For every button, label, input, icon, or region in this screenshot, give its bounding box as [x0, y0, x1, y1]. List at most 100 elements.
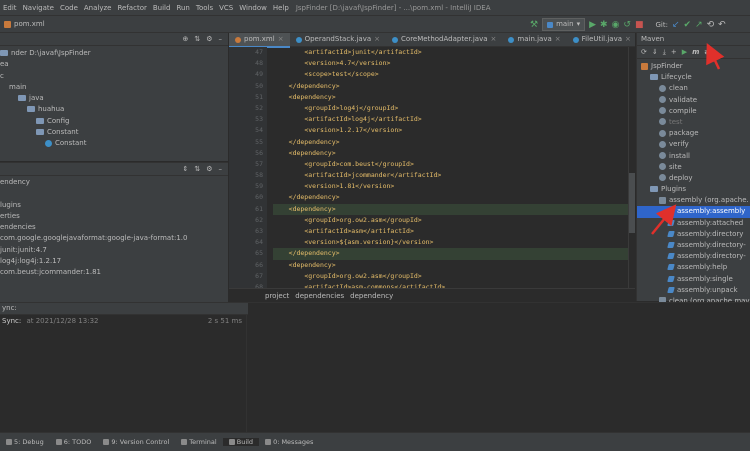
maven-tree-item[interactable]: compile	[637, 106, 750, 117]
project-tree-item[interactable]: c	[0, 71, 228, 82]
dependency-tree-item[interactable]: com.beust:jcommander:1.81	[0, 267, 228, 278]
code-line[interactable]: <artifactId>jcommander</artifactId>	[273, 170, 628, 181]
maven-goal-icon[interactable]: m	[692, 48, 699, 56]
debug-icon[interactable]: ✱	[600, 20, 608, 30]
dependency-tree-item[interactable]: endencies	[0, 222, 228, 233]
project-tree-item[interactable]: huahua	[0, 104, 228, 115]
maven-tree-item[interactable]: JspFinder	[637, 61, 750, 72]
maven-tree-item[interactable]: verify	[637, 139, 750, 150]
code-line[interactable]: <artifactId>asm-commons</artifactId>	[273, 282, 628, 288]
close-icon[interactable]: ×	[278, 33, 284, 46]
project-tree-item[interactable]: nder D:\javaf\JspFinder	[0, 48, 228, 59]
editor-scrollbar[interactable]	[628, 47, 635, 288]
project-tree-item[interactable]: Constant	[0, 138, 228, 149]
menu-item[interactable]: VCS	[216, 4, 236, 12]
code-line[interactable]: <groupId>com.beust</groupId>	[273, 159, 628, 170]
dependency-tree-item[interactable]: com.google.googlejavaformat:google-java-…	[0, 233, 228, 244]
maven-tree-item[interactable]: assembly:single	[637, 274, 750, 285]
maven-tree-item[interactable]: test	[637, 117, 750, 128]
code-line[interactable]: <artifactId>asm</artifactId>	[273, 226, 628, 237]
generate-sources-icon[interactable]: ⇓	[652, 48, 658, 56]
code-line[interactable]: <dependency>	[273, 260, 628, 271]
menu-item[interactable]: Code	[57, 4, 81, 12]
maven-tree-item[interactable]: package	[637, 128, 750, 139]
breadcrumb[interactable]: pom.xml	[4, 20, 45, 28]
project-tree-item[interactable]: Config	[0, 116, 228, 127]
close-icon[interactable]: ×	[491, 33, 497, 46]
code-line[interactable]: <dependency>	[273, 148, 628, 159]
hammer-icon[interactable]: ⚒	[530, 20, 538, 30]
run-config-select[interactable]: main ▾	[542, 18, 586, 31]
maven-tree-item[interactable]: assembly:help	[637, 262, 750, 273]
bottom-tab[interactable]: 0: Messages	[259, 438, 319, 446]
code-line[interactable]: <dependency>	[273, 92, 628, 103]
gear-icon[interactable]: ⚙	[206, 35, 212, 43]
dependency-tree-item[interactable]: log4j:log4j:1.2.17	[0, 256, 228, 267]
project-tree-item[interactable]: Constant	[0, 127, 228, 138]
breadcrumb-item[interactable]: project	[265, 292, 289, 300]
code-line[interactable]: </dependency>	[273, 137, 628, 148]
dependency-tree-item[interactable]: junit:junit:4.7	[0, 245, 228, 256]
git-commit-icon[interactable]: ✔	[684, 20, 692, 30]
code-line[interactable]: </dependency>	[273, 81, 628, 92]
menu-item[interactable]: Window	[236, 4, 270, 12]
bottom-tab[interactable]: 9: Version Control	[97, 438, 175, 446]
close-icon[interactable]: ×	[555, 33, 561, 46]
code-line[interactable]: <version>4.7</version>	[273, 58, 628, 69]
maven-tree-item[interactable]: assembly:assembly	[637, 206, 750, 218]
dependency-tree-item[interactable]	[0, 188, 228, 199]
close-icon[interactable]: ×	[374, 33, 380, 46]
download-icon[interactable]: ⤓	[663, 48, 666, 57]
maven-tree-item[interactable]: Plugins	[637, 184, 750, 195]
coverage-icon[interactable]: ◉	[612, 20, 620, 30]
bottom-tab[interactable]: 6: TODO	[50, 438, 98, 446]
revert-icon[interactable]: ↶	[718, 20, 726, 30]
code-line[interactable]: <artifactId>log4j</artifactId>	[273, 114, 628, 125]
maven-tree-item[interactable]: install	[637, 151, 750, 162]
code-line[interactable]: <version>${asm.version}</version>	[273, 237, 628, 248]
maven-tree-item[interactable]: deploy	[637, 173, 750, 184]
maven-tree-item[interactable]: assembly (org.apache.	[637, 195, 750, 206]
collapse-icon[interactable]: ⇅	[194, 35, 200, 43]
minimize-icon[interactable]: –	[219, 165, 223, 173]
dependency-tree-item[interactable]: endency	[0, 177, 228, 188]
maven-tree-item[interactable]: assembly:directory-	[637, 251, 750, 262]
maven-run-icon[interactable]: ▶	[682, 48, 687, 56]
maven-tree-item[interactable]: assembly:unpack	[637, 285, 750, 296]
editor-tab[interactable]: main.java ×	[502, 33, 566, 46]
editor-tab[interactable]: OperandStack.java ×	[290, 33, 386, 46]
maven-tree-item[interactable]: clean	[637, 83, 750, 94]
stop-icon[interactable]: ■	[635, 20, 644, 30]
collapse-all-icon[interactable]: ⇅	[194, 165, 200, 173]
menu-item[interactable]: Analyze	[81, 4, 115, 12]
editor-tab[interactable]: FileUtil.java ×	[567, 33, 637, 46]
dependency-tree-item[interactable]: lugins	[0, 200, 228, 211]
code-line[interactable]: <version>1.2.17</version>	[273, 125, 628, 136]
maven-tree-item[interactable]: assembly:directory	[637, 229, 750, 240]
git-update-icon[interactable]: ↙	[672, 20, 680, 30]
history-icon[interactable]: ⟲	[707, 20, 715, 30]
add-icon[interactable]: +	[671, 48, 677, 56]
sync-row[interactable]: Sync: at 2021/12/28 13:32 2 s 51 ms	[0, 315, 246, 327]
settings-icon[interactable]: ⚙	[206, 165, 212, 173]
project-tree-item[interactable]: ea	[0, 59, 228, 70]
menu-item[interactable]: Tools	[193, 4, 216, 12]
locate-icon[interactable]: ⊕	[182, 35, 188, 43]
bottom-tab[interactable]: 5: Debug	[0, 438, 50, 446]
breadcrumb-item[interactable]: dependencies	[295, 292, 344, 300]
project-tree-item[interactable]: main	[0, 82, 228, 93]
menu-item[interactable]: Help	[270, 4, 292, 12]
code-line[interactable]: <groupId>org.ow2.asm</groupId>	[273, 271, 628, 282]
code-area[interactable]: <artifactId>junit</artifactId> <version>…	[267, 47, 628, 288]
code-line[interactable]: <groupId>log4j</groupId>	[273, 103, 628, 114]
code-line[interactable]: <groupId>org.ow2.asm</groupId>	[273, 215, 628, 226]
editor-tab[interactable]: CoreMethodAdapter.java ×	[386, 33, 502, 46]
menu-item[interactable]: Build	[150, 4, 174, 12]
build-tab[interactable]: ync:	[0, 303, 248, 315]
dependency-tree-item[interactable]: erties	[0, 211, 228, 222]
reload-icon[interactable]: ⟳	[641, 48, 647, 56]
maven-tree-item[interactable]: Lifecycle	[637, 72, 750, 83]
code-line[interactable]: <dependency>	[273, 203, 628, 215]
profile-icon[interactable]: ↺	[623, 20, 631, 30]
expand-icon[interactable]: ⇕	[182, 165, 188, 173]
